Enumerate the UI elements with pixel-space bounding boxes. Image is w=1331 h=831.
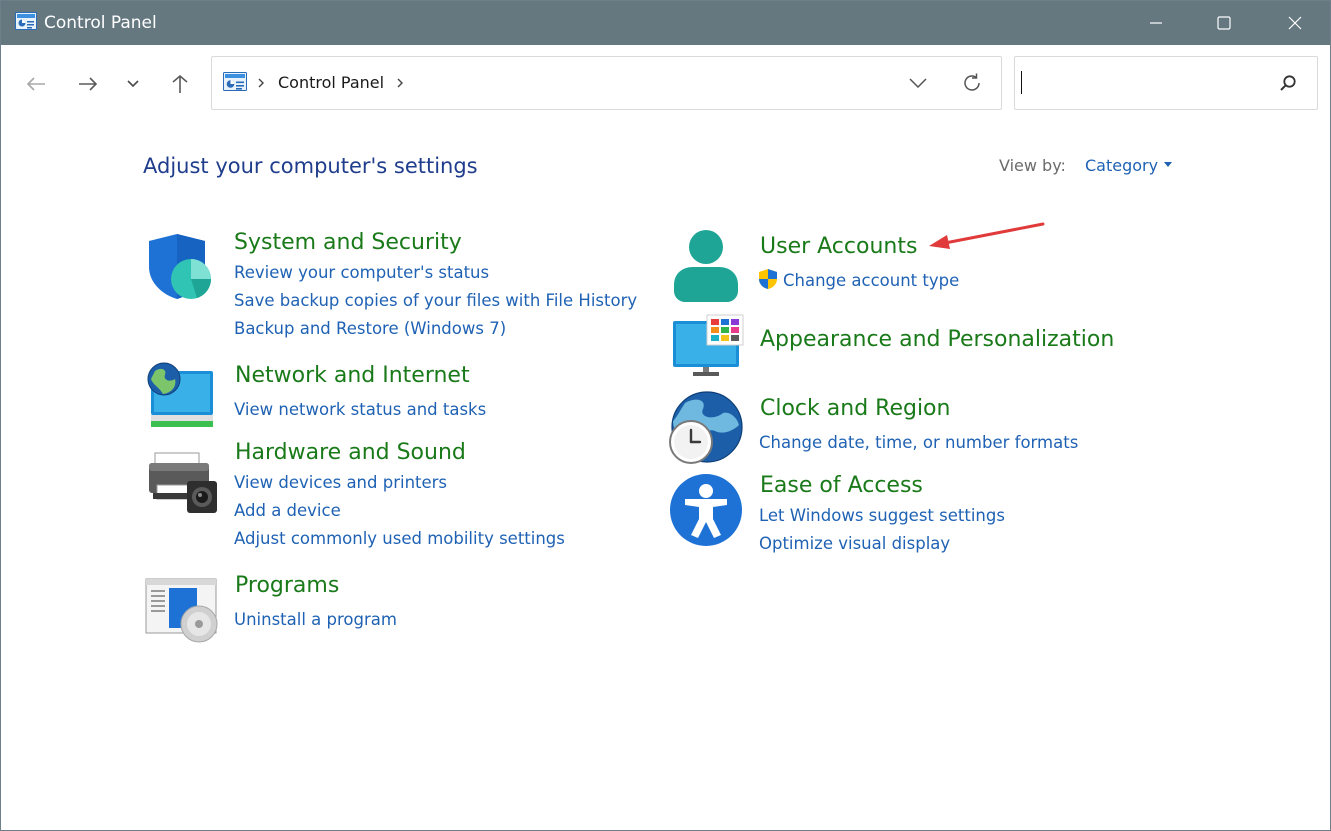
page-heading: Adjust your computer's settings: [143, 154, 478, 178]
forward-button[interactable]: [71, 67, 105, 101]
network-globe-icon[interactable]: [145, 361, 215, 429]
link-network-status[interactable]: View network status and tasks: [234, 399, 486, 421]
address-bar[interactable]: Control Panel: [211, 56, 1002, 110]
address-history-button[interactable]: [904, 71, 932, 95]
window-title: Control Panel: [44, 13, 157, 33]
search-box[interactable]: [1014, 56, 1318, 110]
link-change-account-type[interactable]: Change account type: [783, 270, 959, 292]
maximize-button[interactable]: [1189, 1, 1259, 45]
control-panel-app-icon: [15, 12, 37, 30]
annotation-arrow-icon: [929, 222, 1045, 249]
category-programs[interactable]: Programs: [235, 572, 339, 600]
chevron-down-icon: [127, 80, 139, 88]
category-ease-of-access[interactable]: Ease of Access: [760, 472, 923, 500]
category-clock-and-region[interactable]: Clock and Region: [760, 395, 950, 423]
clock-globe-icon[interactable]: [667, 391, 745, 467]
category-appearance-and-personalization[interactable]: Appearance and Personalization: [760, 326, 1114, 354]
minimize-button[interactable]: [1121, 1, 1191, 45]
link-date-time-formats[interactable]: Change date, time, or number formats: [759, 432, 1078, 454]
breadcrumb-chevron-icon[interactable]: [395, 71, 407, 95]
category-user-accounts[interactable]: User Accounts: [760, 233, 917, 261]
minimize-icon: [1150, 22, 1162, 24]
text-caret: [1021, 71, 1022, 94]
title-bar[interactable]: Control Panel: [1, 1, 1330, 45]
up-button[interactable]: [163, 67, 197, 101]
recent-locations-button[interactable]: [116, 67, 150, 101]
arrow-up-icon: [172, 74, 188, 93]
link-optimize-visual-display[interactable]: Optimize visual display: [759, 533, 950, 555]
link-mobility-settings[interactable]: Adjust commonly used mobility settings: [234, 528, 565, 550]
refresh-button[interactable]: [958, 69, 986, 97]
breadcrumb-chevron-icon[interactable]: [256, 71, 268, 95]
programs-icon[interactable]: [145, 578, 219, 644]
accessibility-icon[interactable]: [669, 473, 743, 547]
category-hardware-and-sound[interactable]: Hardware and Sound: [235, 439, 466, 467]
chevron-down-icon: [909, 78, 927, 88]
link-uninstall-program[interactable]: Uninstall a program: [234, 609, 397, 631]
uac-shield-icon: [759, 269, 777, 289]
link-devices-printers[interactable]: View devices and printers: [234, 472, 447, 494]
category-network-and-internet[interactable]: Network and Internet: [235, 362, 470, 390]
back-button[interactable]: [19, 67, 53, 101]
control-panel-icon: [223, 72, 247, 91]
link-windows-suggest-settings[interactable]: Let Windows suggest settings: [759, 505, 1005, 527]
refresh-icon: [964, 73, 980, 91]
view-by-caret-icon[interactable]: [1164, 162, 1172, 167]
close-icon: [1288, 16, 1302, 30]
link-review-status[interactable]: Review your computer's status: [234, 262, 489, 284]
user-icon[interactable]: [669, 229, 745, 305]
maximize-icon: [1217, 16, 1231, 30]
search-button[interactable]: [1277, 72, 1299, 94]
search-icon: [1280, 75, 1296, 91]
navigation-bar: Control Panel: [1, 45, 1330, 127]
control-panel-window: Control Panel Control Panel Adjust your …: [0, 0, 1331, 831]
category-system-and-security[interactable]: System and Security: [234, 229, 462, 257]
shield-icon[interactable]: [145, 233, 215, 301]
breadcrumb-control-panel[interactable]: Control Panel: [278, 72, 384, 94]
link-add-device[interactable]: Add a device: [234, 500, 341, 522]
view-by-dropdown[interactable]: Category: [1085, 156, 1158, 176]
close-button[interactable]: [1260, 1, 1330, 45]
search-input[interactable]: [1025, 69, 1269, 97]
monitor-icon[interactable]: [671, 313, 745, 379]
arrow-left-icon: [26, 77, 45, 91]
arrow-right-icon: [79, 77, 98, 91]
view-by-label: View by:: [999, 156, 1066, 175]
printer-icon[interactable]: [145, 449, 219, 517]
link-backup-restore[interactable]: Backup and Restore (Windows 7): [234, 318, 506, 340]
link-file-history[interactable]: Save backup copies of your files with Fi…: [234, 290, 637, 312]
